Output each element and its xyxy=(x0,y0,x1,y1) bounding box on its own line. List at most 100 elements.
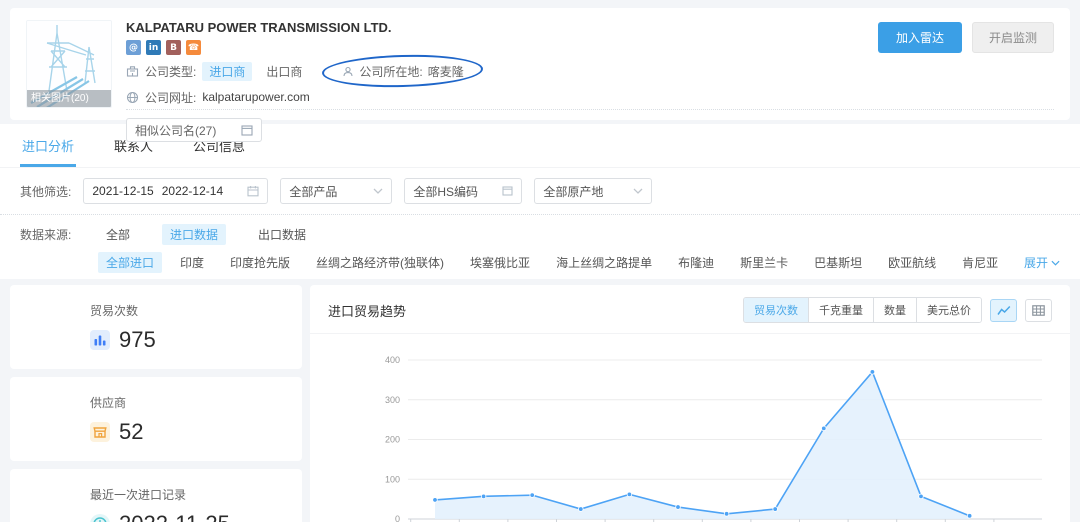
calendar-icon xyxy=(247,185,259,197)
chevron-down-icon xyxy=(1051,260,1060,266)
chevron-down-icon xyxy=(373,188,383,194)
window-icon xyxy=(241,125,253,136)
stat-card: 贸易次数 975 xyxy=(10,285,302,369)
importer-tag[interactable]: 进口商 xyxy=(202,62,252,81)
globe-icon xyxy=(126,91,139,104)
trend-header: 进口贸易趋势 贸易次数千克重量数量美元总价 xyxy=(310,285,1070,334)
date-range-picker[interactable]: 2021-12-15 2022-12-14 xyxy=(83,178,268,204)
website-row: 公司网址: kalpatarupower.com xyxy=(126,87,1054,107)
location-value: 喀麦隆 xyxy=(428,63,464,80)
table-view-button[interactable] xyxy=(1025,299,1052,322)
filters-row: 其他筛选: 2021-12-15 2022-12-14 全部产品 全部HS编码 … xyxy=(0,168,1080,212)
svg-text:200: 200 xyxy=(385,435,400,445)
region-chip[interactable]: 博茨瓦纳 xyxy=(1016,252,1024,273)
join-radar-button[interactable]: 加入雷达 xyxy=(878,22,962,53)
stats-column: 贸易次数 975 供应商52 最近一次进口记录 2022-11-25 xyxy=(10,285,302,522)
trend-chart: 01002003004002021-122022-012022-022022-0… xyxy=(328,342,1052,522)
stat-value-row: 52 xyxy=(90,419,302,445)
stat-label: 贸易次数 xyxy=(90,302,302,319)
data-source-label: 数据来源: xyxy=(20,226,98,243)
at-icon[interactable]: @ xyxy=(126,40,141,55)
website-label: 公司网址: xyxy=(145,89,196,106)
region-chips: 全部进口印度印度抢先版丝绸之路经济带(独联体) 埃塞俄比亚海上丝绸之路提单布隆迪斯… xyxy=(98,252,1024,273)
metric-toggle[interactable]: 美元总价 xyxy=(916,298,981,322)
stat-value-row: 2022-11-25 xyxy=(90,511,302,522)
svg-text:0: 0 xyxy=(395,514,400,522)
bar-chart-icon xyxy=(90,330,110,350)
region-row: 全部进口印度印度抢先版丝绸之路经济带(独联体) 埃塞俄比亚海上丝绸之路提单布隆迪斯… xyxy=(0,245,1080,273)
data-source-options: 全部 进口数据 出口数据 xyxy=(98,224,314,245)
window-icon xyxy=(502,186,513,196)
linkedin-icon[interactable]: in xyxy=(146,40,161,55)
data-source-option[interactable]: 出口数据 xyxy=(250,224,314,245)
thumbnail-label: 相关图片(20) xyxy=(27,90,111,107)
other-filter-label: 其他筛选: xyxy=(20,183,71,200)
metric-toggle[interactable]: 数量 xyxy=(873,298,916,322)
location-label: 公司所在地: xyxy=(359,63,422,80)
stat-value-row: 975 xyxy=(90,327,302,353)
region-chip[interactable]: 巴基斯坦 xyxy=(806,252,870,273)
region-chip[interactable]: 丝绸之路经济带(独联体) xyxy=(308,252,452,273)
tab[interactable]: 进口分析 xyxy=(20,124,76,167)
data-source-row: 数据来源: 全部 进口数据 出口数据 xyxy=(0,215,1080,245)
stat-value: 52 xyxy=(119,419,143,445)
region-chip[interactable]: 印度 xyxy=(172,252,212,273)
region-chip[interactable]: 肯尼亚 xyxy=(954,252,1006,273)
stat-label: 最近一次进口记录 xyxy=(90,486,302,503)
region-chip[interactable]: 海上丝绸之路提单 xyxy=(548,252,660,273)
shop-icon xyxy=(90,422,110,442)
building-icon xyxy=(126,65,139,78)
region-chip[interactable]: 全部进口 xyxy=(98,252,162,273)
trend-title: 进口贸易趋势 xyxy=(328,301,406,320)
company-type-label: 公司类型: xyxy=(145,63,196,80)
divider xyxy=(126,109,1054,110)
phone-icon[interactable]: ☎ xyxy=(186,40,201,55)
similar-companies-label: 相似公司名(27) xyxy=(135,122,216,139)
region-chip[interactable]: 布隆迪 xyxy=(670,252,722,273)
hs-code-select[interactable]: 全部HS编码 xyxy=(404,178,522,204)
date-start: 2021-12-15 xyxy=(92,184,153,198)
metric-toggle[interactable]: 贸易次数 xyxy=(744,298,808,322)
expand-link[interactable]: 展开 xyxy=(1024,254,1060,271)
expand-label: 展开 xyxy=(1024,254,1048,271)
company-card: 相关图片(20) KALPATARU POWER TRANSMISSION LT… xyxy=(10,8,1070,120)
date-end: 2022-12-14 xyxy=(162,184,223,198)
website-link[interactable]: kalpatarupower.com xyxy=(202,90,309,104)
main-content: 贸易次数 975 供应商52 最近一次进口记录 2022-11-25 进口贸易趋势 贸易… xyxy=(10,285,1070,522)
stat-card: 供应商52 xyxy=(10,377,302,461)
stat-value: 2022-11-25 xyxy=(119,511,230,522)
chevron-down-icon xyxy=(633,188,643,194)
line-chart-view-button[interactable] xyxy=(990,299,1017,322)
metric-toggle[interactable]: 千克重量 xyxy=(808,298,873,322)
company-location: 公司所在地: 喀麦隆 xyxy=(338,63,467,80)
metric-toggle-group: 贸易次数千克重量数量美元总价 xyxy=(743,297,982,323)
region-chip[interactable]: 埃塞俄比亚 xyxy=(462,252,538,273)
company-thumbnail[interactable]: 相关图片(20) xyxy=(26,20,112,108)
blog-icon[interactable]: B xyxy=(166,40,181,55)
svg-text:400: 400 xyxy=(385,355,400,365)
start-monitor-button[interactable]: 开启监测 xyxy=(972,22,1054,53)
stat-card: 最近一次进口记录 2022-11-25 xyxy=(10,469,302,522)
location-icon xyxy=(342,65,354,77)
region-chip[interactable]: 印度抢先版 xyxy=(222,252,298,273)
data-source-option[interactable]: 全部 xyxy=(98,224,138,245)
analysis-panel: 进口分析联系人公司信息 其他筛选: 2021-12-15 2022-12-14 … xyxy=(0,124,1080,279)
chart-area: 01002003004002021-122022-012022-022022-0… xyxy=(310,334,1070,522)
region-chip[interactable]: 斯里兰卡 xyxy=(732,252,796,273)
trend-card: 进口贸易趋势 贸易次数千克重量数量美元总价 01002003004002021-… xyxy=(310,285,1070,522)
product-select[interactable]: 全部产品 xyxy=(280,178,392,204)
product-select-value: 全部产品 xyxy=(289,183,337,200)
svg-text:100: 100 xyxy=(385,474,400,484)
company-type-row: 公司类型: 进口商 出口商 公司所在地: 喀麦隆 xyxy=(126,61,1054,81)
clock-icon xyxy=(90,514,110,522)
region-chip[interactable]: 欧亚航线 xyxy=(880,252,944,273)
line-chart-icon xyxy=(997,305,1011,316)
origin-select[interactable]: 全部原产地 xyxy=(534,178,652,204)
trend-controls: 贸易次数千克重量数量美元总价 xyxy=(743,297,1052,323)
data-source-option[interactable]: 进口数据 xyxy=(162,224,226,245)
stat-value: 975 xyxy=(119,327,156,353)
exporter-tag[interactable]: 出口商 xyxy=(266,63,302,80)
table-icon xyxy=(1032,305,1045,316)
header-actions: 加入雷达 开启监测 xyxy=(878,22,1054,53)
similar-companies-select[interactable]: 相似公司名(27) xyxy=(126,118,262,142)
